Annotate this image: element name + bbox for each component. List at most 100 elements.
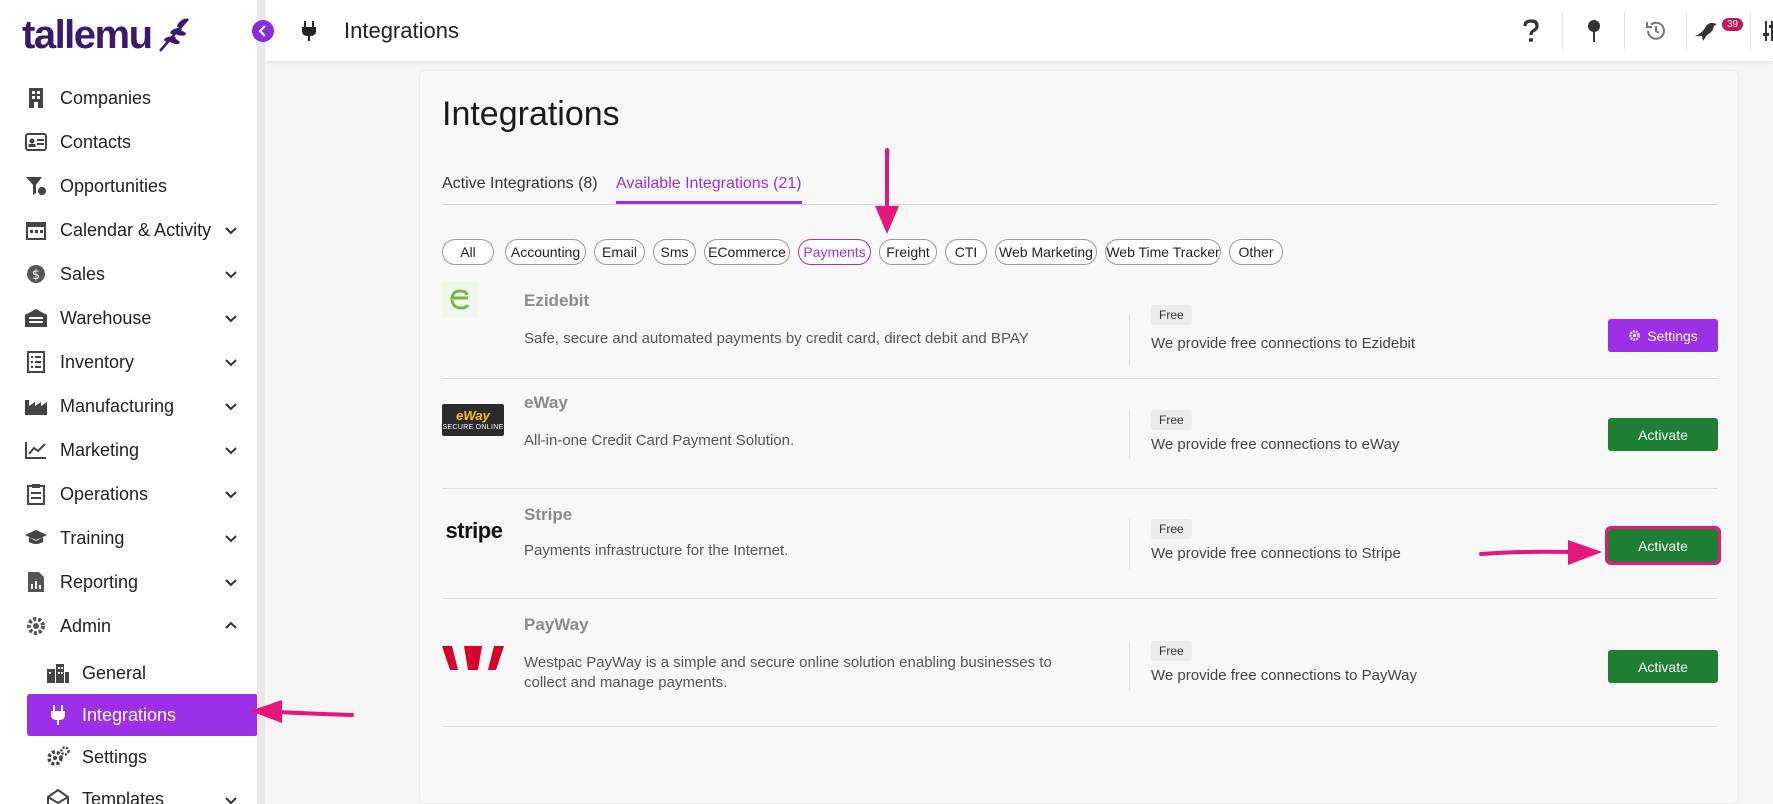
sidebar-item-marketing[interactable]: Marketing bbox=[0, 428, 258, 472]
chevron-down-icon bbox=[225, 315, 237, 323]
clipboard-icon bbox=[24, 482, 48, 506]
sidebar-subitem-label: General bbox=[82, 662, 147, 683]
ezidebit-settings-button[interactable]: Settings bbox=[1608, 319, 1718, 352]
filter-all[interactable]: All bbox=[442, 239, 494, 265]
gears-icon bbox=[46, 745, 70, 769]
sidebar-item-label: Warehouse bbox=[60, 307, 152, 328]
filter-sms[interactable]: Sms bbox=[653, 239, 696, 265]
sidebar-item-label: Operations bbox=[60, 483, 149, 504]
bird-notifications-icon[interactable] bbox=[1693, 18, 1719, 44]
topbar-separator bbox=[1750, 12, 1751, 50]
integration-name: Stripe bbox=[524, 505, 573, 524]
sidebar-item-label: Sales bbox=[60, 263, 106, 284]
stripe-activate-button[interactable]: Activate bbox=[1605, 526, 1721, 565]
sidebar: tallemu Companies Contacts Opportunities… bbox=[0, 0, 265, 804]
chevron-down-icon bbox=[225, 797, 237, 804]
list-icon bbox=[24, 350, 48, 374]
integration-row-stripe: stripe Stripe Payments infrastructure fo… bbox=[442, 489, 1721, 599]
chevron-down-icon bbox=[225, 579, 237, 587]
filter-other[interactable]: Other bbox=[1229, 239, 1283, 265]
price-text: We provide free connections to PayWay bbox=[1151, 667, 1417, 684]
eway-logo-text: eWay bbox=[456, 407, 490, 423]
sidebar-item-companies[interactable]: Companies bbox=[0, 76, 258, 120]
report-icon bbox=[24, 570, 48, 594]
sidebar-item-reporting[interactable]: Reporting bbox=[0, 560, 258, 604]
integration-row-payway: PayWay Westpac PayWay is a simple and se… bbox=[442, 599, 1718, 727]
sidebar-item-opportunities[interactable]: Opportunities bbox=[0, 164, 258, 208]
eway-activate-button[interactable]: Activate bbox=[1608, 418, 1718, 451]
sidebar-item-admin[interactable]: Admin bbox=[0, 604, 258, 648]
topbar-separator bbox=[1624, 12, 1625, 50]
price-badge: Free bbox=[1151, 410, 1192, 430]
sidebar-subitem-settings[interactable]: Settings bbox=[0, 736, 258, 778]
sidebar-item-calendar[interactable]: Calendar & Activity bbox=[0, 208, 258, 252]
chevron-down-icon bbox=[225, 227, 237, 235]
chevron-down-icon bbox=[225, 403, 237, 411]
sidebar-item-manufacturing[interactable]: Manufacturing bbox=[0, 384, 258, 428]
sidebar-item-sales[interactable]: $ Sales bbox=[0, 252, 258, 296]
filter-ecommerce[interactable]: ECommerce bbox=[704, 239, 790, 265]
row-divider bbox=[1129, 519, 1130, 569]
ezidebit-logo bbox=[442, 279, 478, 319]
plug-icon bbox=[302, 21, 316, 41]
topbar: Integrations 39 bbox=[266, 0, 1773, 62]
integration-description: All-in-one Credit Card Payment Solution. bbox=[524, 432, 795, 449]
price-text: We provide free connections to eWay bbox=[1151, 436, 1400, 453]
warehouse-icon bbox=[24, 306, 48, 330]
filter-cti[interactable]: CTI bbox=[945, 239, 987, 265]
filter-email[interactable]: Email bbox=[594, 239, 645, 265]
funnel-icon bbox=[24, 174, 48, 198]
gear-icon bbox=[1629, 330, 1641, 341]
row-divider bbox=[1129, 641, 1130, 691]
filter-payments[interactable]: Payments bbox=[798, 239, 871, 265]
sidebar-item-operations[interactable]: Operations bbox=[0, 472, 258, 516]
filter-web-time-tracker[interactable]: Web Time Tracker bbox=[1105, 239, 1221, 265]
integration-description: Safe, secure and automated payments by c… bbox=[524, 330, 1029, 347]
topbar-title: Integrations bbox=[344, 18, 459, 43]
sidebar-subitem-label: Settings bbox=[82, 746, 148, 767]
price-badge: Free bbox=[1151, 305, 1192, 325]
pin-icon[interactable] bbox=[1581, 18, 1607, 44]
row-divider bbox=[1129, 409, 1130, 459]
payway-logo bbox=[442, 643, 504, 673]
stripe-logo-text: stripe bbox=[445, 518, 503, 543]
tab-available-integrations[interactable]: Available Integrations (21) bbox=[616, 175, 802, 204]
integration-tabs: Active Integrations (8) Available Integr… bbox=[442, 175, 1718, 205]
eway-logo: eWay SECURE ONLINE bbox=[442, 404, 504, 436]
tab-active-integrations[interactable]: Active Integrations (8) bbox=[442, 175, 598, 201]
sidebar-item-contacts[interactable]: Contacts bbox=[0, 120, 258, 164]
sidebar-subitem-templates[interactable]: Templates bbox=[0, 778, 258, 804]
sidebar-item-inventory[interactable]: Inventory bbox=[0, 340, 258, 384]
payway-activate-button[interactable]: Activate bbox=[1608, 650, 1718, 683]
sidebar-subitem-general[interactable]: General bbox=[0, 652, 258, 694]
history-icon[interactable] bbox=[1643, 18, 1669, 44]
integrations-card: Integrations Active Integrations (8) Ava… bbox=[419, 70, 1739, 804]
price-text: We provide free connections to Stripe bbox=[1151, 545, 1401, 562]
stripe-logo: stripe bbox=[442, 511, 506, 551]
sidebar-item-warehouse[interactable]: Warehouse bbox=[0, 296, 258, 340]
price-badge: Free bbox=[1151, 519, 1192, 539]
filter-accounting[interactable]: Accounting bbox=[505, 239, 586, 265]
sidebar-subitem-integrations[interactable]: Integrations bbox=[27, 694, 258, 736]
integration-name: Ezidebit bbox=[524, 291, 590, 310]
filter-freight[interactable]: Freight bbox=[879, 239, 937, 265]
sidebar-item-label: Marketing bbox=[60, 439, 140, 460]
sidebar-item-label: Calendar & Activity bbox=[60, 219, 212, 240]
factory-icon bbox=[24, 394, 48, 418]
help-icon[interactable] bbox=[1518, 18, 1544, 44]
gear-icon bbox=[24, 614, 48, 638]
sidebar-nav: Companies Contacts Opportunities Calenda… bbox=[0, 76, 258, 804]
city-icon bbox=[46, 661, 70, 685]
row-divider bbox=[1129, 315, 1130, 365]
collapse-sidebar-button[interactable] bbox=[252, 20, 274, 42]
sidebar-item-label: Reporting bbox=[60, 571, 139, 592]
topbar-separator bbox=[1562, 12, 1563, 50]
sliders-icon[interactable] bbox=[1756, 18, 1773, 44]
svg-text:$: $ bbox=[32, 268, 40, 283]
envelope-icon bbox=[46, 787, 70, 804]
tallemu-logo[interactable]: tallemu bbox=[22, 12, 192, 58]
sidebar-item-label: Contacts bbox=[60, 131, 132, 152]
sidebar-item-label: Admin bbox=[60, 615, 112, 636]
sidebar-item-training[interactable]: Training bbox=[0, 516, 258, 560]
filter-web-marketing[interactable]: Web Marketing bbox=[995, 239, 1097, 265]
